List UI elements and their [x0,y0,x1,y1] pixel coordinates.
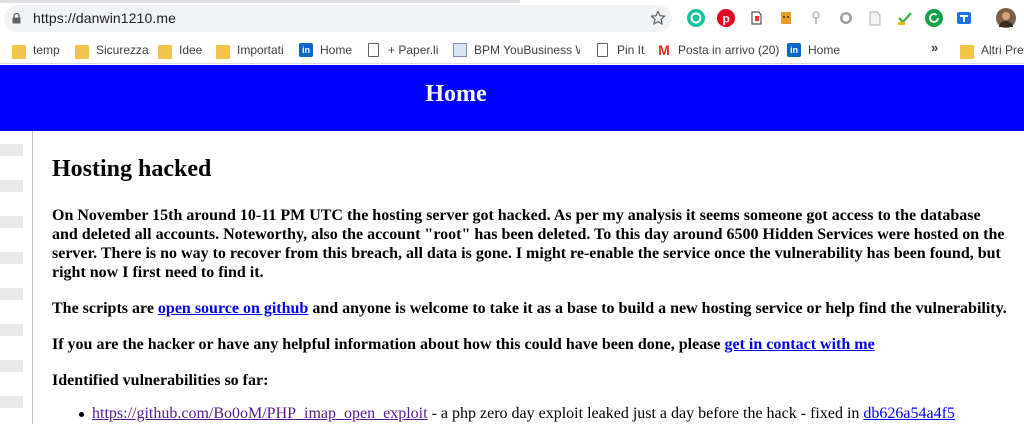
main-content: Hosting hacked On November 15th around 1… [52,131,1024,424]
folder-icon [12,45,26,59]
bookmark-label: temp [33,43,60,57]
browser-toolbar: https://danwin1210.me p [0,0,1024,36]
scripts-text-post: and anyone is welcome to take it as a ba… [308,300,1007,317]
bookmark-label: Altri Pref [981,43,1024,57]
folder-icon [75,45,89,59]
checkmark-extension-icon[interactable] [896,9,914,27]
bookmark-label: Posta in arrivo (20) [678,43,780,57]
bookmark-label: BPM YouBusiness We [474,43,580,57]
folder-icon [158,45,172,59]
contact-text-pre: If you are the hacker or have any helpfu… [52,336,725,353]
address-bar[interactable]: https://danwin1210.me [4,5,672,32]
bookmark-altri-preferiti[interactable]: Altri Pref [960,41,1024,59]
page-icon [368,43,379,57]
sidebar-item[interactable] [0,288,23,300]
fix-commit-link[interactable]: db626a54a4f5 [863,405,955,422]
tab-strip-edge [0,0,520,3]
url-text[interactable]: https://danwin1210.me [33,10,176,26]
page-header-bar: Home [0,65,1024,131]
sidebar-item[interactable] [0,252,23,264]
page-heading: Hosting hacked [52,156,212,182]
circle-extension-icon[interactable] [837,9,855,27]
bookmark-paperli[interactable]: + Paper.li [367,41,447,59]
list-bullet [79,412,84,417]
intro-line-1: On November 15th around 10-11 PM UTC the… [52,207,981,224]
sidebar-item[interactable] [0,360,23,372]
sidebar-item[interactable] [0,180,23,192]
intro-line-2: and deleted all accounts. Noteworthy, al… [52,226,1005,243]
linkedin-icon: in [299,43,313,57]
bookmark-bpm-youbusiness[interactable]: BPM YouBusiness We [453,41,580,59]
honey-icon[interactable] [777,9,795,27]
svg-text:p: p [723,12,730,26]
evernote-icon[interactable] [747,9,765,27]
pinterest-icon[interactable]: p [717,9,735,27]
exploit-link[interactable]: https://github.com/Bo0oM/PHP_imap_open_e… [92,405,428,422]
sidebar-item[interactable] [0,396,23,408]
bookmarks-bar: temp Sicurezza Idee Importati in Home + … [0,36,1024,64]
grammarly-icon[interactable] [687,9,705,27]
vulnerabilities-heading: Identified vulnerabilities so far: [52,372,269,389]
bookmark-label: Home [808,43,841,57]
bookmark-label: Home [320,43,353,57]
bookmark-label: Pin It [617,43,645,57]
contact-link[interactable]: get in contact with me [725,336,875,353]
bpm-icon [453,43,467,57]
bookmark-sicurezza[interactable]: Sicurezza [75,41,155,59]
bookmark-home-linkedin-2[interactable]: in Home [787,41,847,59]
bookmark-importati[interactable]: Importati [216,41,291,59]
bookmark-label: Sicurezza [96,43,149,57]
linkedin-icon: in [787,43,801,57]
list-item: https://github.com/Bo0oM/PHP_imap_open_e… [92,404,955,423]
bookmark-idee[interactable]: Idee [158,41,208,59]
refresh-extension-icon[interactable] [925,9,943,27]
bookmark-home-linkedin[interactable]: in Home [299,41,359,59]
page-icon [597,43,608,57]
pen-icon[interactable] [807,9,825,27]
sidebar-item[interactable] [0,144,23,156]
vuln-description: - a php zero day exploit leaked just a d… [427,405,864,422]
github-source-link[interactable]: open source on github [158,300,308,317]
sidebar-item[interactable] [0,216,23,228]
intro-line-4: right now I first need to find it. [52,264,264,281]
scripts-paragraph: The scripts are open source on github an… [52,299,1007,318]
bookmark-label: + Paper.li [388,43,439,57]
bookmark-star-icon[interactable] [649,9,667,27]
profile-avatar-icon[interactable] [996,8,1016,28]
bookmarks-overflow-chevron[interactable]: » [931,40,938,55]
bookmark-temp[interactable]: temp [12,41,72,59]
lock-icon [12,13,21,24]
bookmark-gmail-inbox[interactable]: M Posta in arrivo (20) [657,41,780,59]
bookmark-label: Idee [179,43,203,57]
contact-paragraph: If you are the hacker or have any helpfu… [52,335,875,354]
gmail-icon: M [658,42,670,58]
page-header-title[interactable]: Home [0,81,912,108]
translate-extension-icon[interactable] [955,9,973,27]
sidebar-item[interactable] [0,324,23,336]
folder-icon [960,45,974,59]
intro-line-3: server. There is no way to recover from … [52,245,1001,262]
folder-icon [216,45,230,59]
bookmark-label: Importati [237,43,284,57]
scripts-text-pre: The scripts are [52,300,158,317]
pdf-icon[interactable] [866,9,884,27]
page-sidebar [0,131,33,424]
bookmark-pin-it[interactable]: Pin It [596,41,651,59]
